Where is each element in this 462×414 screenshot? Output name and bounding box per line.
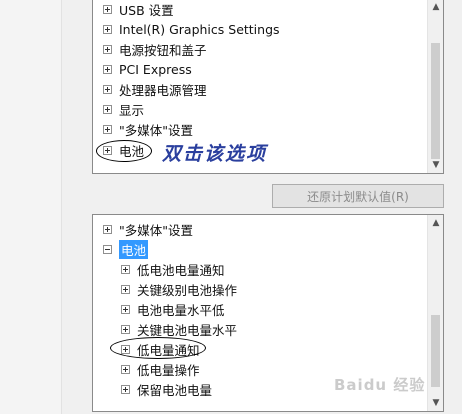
- tree-node-multimedia[interactable]: "多媒体"设置: [103, 219, 193, 239]
- tree-node-usb-settings[interactable]: USB 设置: [103, 0, 174, 19]
- scroll-thumb[interactable]: [431, 43, 440, 159]
- tree-node-label: 低电量操作: [137, 362, 200, 378]
- tree-node-pci-express[interactable]: PCI Express: [103, 59, 192, 79]
- expand-plus-icon[interactable]: [103, 44, 112, 54]
- expand-plus-icon[interactable]: [103, 124, 112, 134]
- top-tree-scrollbar[interactable]: ▲ ▼: [427, 0, 443, 173]
- tree-node-label: PCI Express: [119, 61, 192, 77]
- tree-node-label: 关键电池电量水平: [137, 322, 238, 338]
- tree-node-label: "多媒体"设置: [119, 122, 193, 138]
- annotation-circle-low-power-notification: [110, 337, 206, 359]
- restore-defaults-button[interactable]: 还原计划默认值(R): [272, 184, 444, 208]
- scroll-up-arrow-icon[interactable]: ▲: [428, 0, 443, 15]
- expand-plus-icon[interactable]: [103, 84, 112, 94]
- expand-plus-icon[interactable]: [103, 104, 112, 114]
- expand-plus-icon[interactable]: [103, 64, 112, 74]
- tree-node-low-battery-level[interactable]: 电池电量水平低: [121, 299, 225, 319]
- expand-plus-icon[interactable]: [121, 384, 130, 394]
- scroll-down-arrow-icon[interactable]: ▼: [428, 395, 443, 411]
- scroll-up-arrow-icon[interactable]: ▲: [428, 215, 443, 231]
- baidu-watermark: Baidu 经验: [334, 376, 426, 394]
- tree-node-label: "多媒体"设置: [119, 222, 193, 238]
- expand-plus-icon[interactable]: [121, 304, 130, 314]
- tree-node-label-selected: 电池: [119, 239, 149, 259]
- expand-plus-icon[interactable]: [121, 364, 130, 374]
- expand-plus-icon[interactable]: [103, 24, 112, 34]
- tree-node-critical-battery-level[interactable]: 关键电池电量水平: [121, 319, 237, 339]
- expand-plus-icon[interactable]: [103, 4, 112, 14]
- expand-plus-icon[interactable]: [121, 324, 130, 334]
- bottom-tree-scrollbar[interactable]: ▲ ▼: [427, 215, 443, 411]
- tree-node-label: 电源按钮和盖子: [119, 42, 207, 58]
- tree-node-low-battery-notification[interactable]: 低电池电量通知: [121, 259, 225, 279]
- annotation-circle-battery: [96, 140, 152, 162]
- tree-node-low-power-action[interactable]: 低电量操作: [121, 359, 200, 379]
- expand-plus-icon[interactable]: [103, 224, 112, 234]
- tree-node-label: 处理器电源管理: [119, 82, 207, 98]
- tree-node-display[interactable]: 显示: [103, 99, 144, 119]
- tree-node-label: 关键级别电池操作: [137, 282, 238, 298]
- annotation-instruction-text: 双击该选项: [162, 143, 268, 165]
- scroll-down-arrow-icon[interactable]: ▼: [428, 157, 443, 173]
- tree-node-label: 保留电池电量: [137, 382, 213, 398]
- left-background-strip: [0, 0, 62, 414]
- tree-node-multimedia[interactable]: "多媒体"设置: [103, 119, 193, 139]
- expand-plus-icon[interactable]: [121, 264, 130, 274]
- tree-node-intel-graphics[interactable]: Intel(R) Graphics Settings: [103, 19, 280, 39]
- tree-node-processor-power[interactable]: 处理器电源管理: [103, 79, 207, 99]
- scroll-thumb[interactable]: [431, 315, 440, 387]
- tree-node-battery-expanded[interactable]: 电池: [103, 239, 149, 259]
- tree-node-label: 低电池电量通知: [137, 262, 225, 278]
- tree-node-label: 显示: [119, 102, 145, 118]
- tree-node-label: 电池电量水平低: [137, 302, 225, 318]
- tree-node-label: Intel(R) Graphics Settings: [119, 21, 280, 37]
- tree-node-critical-battery-action[interactable]: 关键级别电池操作: [121, 279, 237, 299]
- collapse-minus-icon[interactable]: [103, 244, 112, 254]
- tree-node-power-buttons-lid[interactable]: 电源按钮和盖子: [103, 39, 207, 59]
- expand-plus-icon[interactable]: [121, 284, 130, 294]
- tree-node-label: USB 设置: [119, 2, 174, 18]
- tree-node-reserve-battery-level[interactable]: 保留电池电量: [121, 379, 212, 399]
